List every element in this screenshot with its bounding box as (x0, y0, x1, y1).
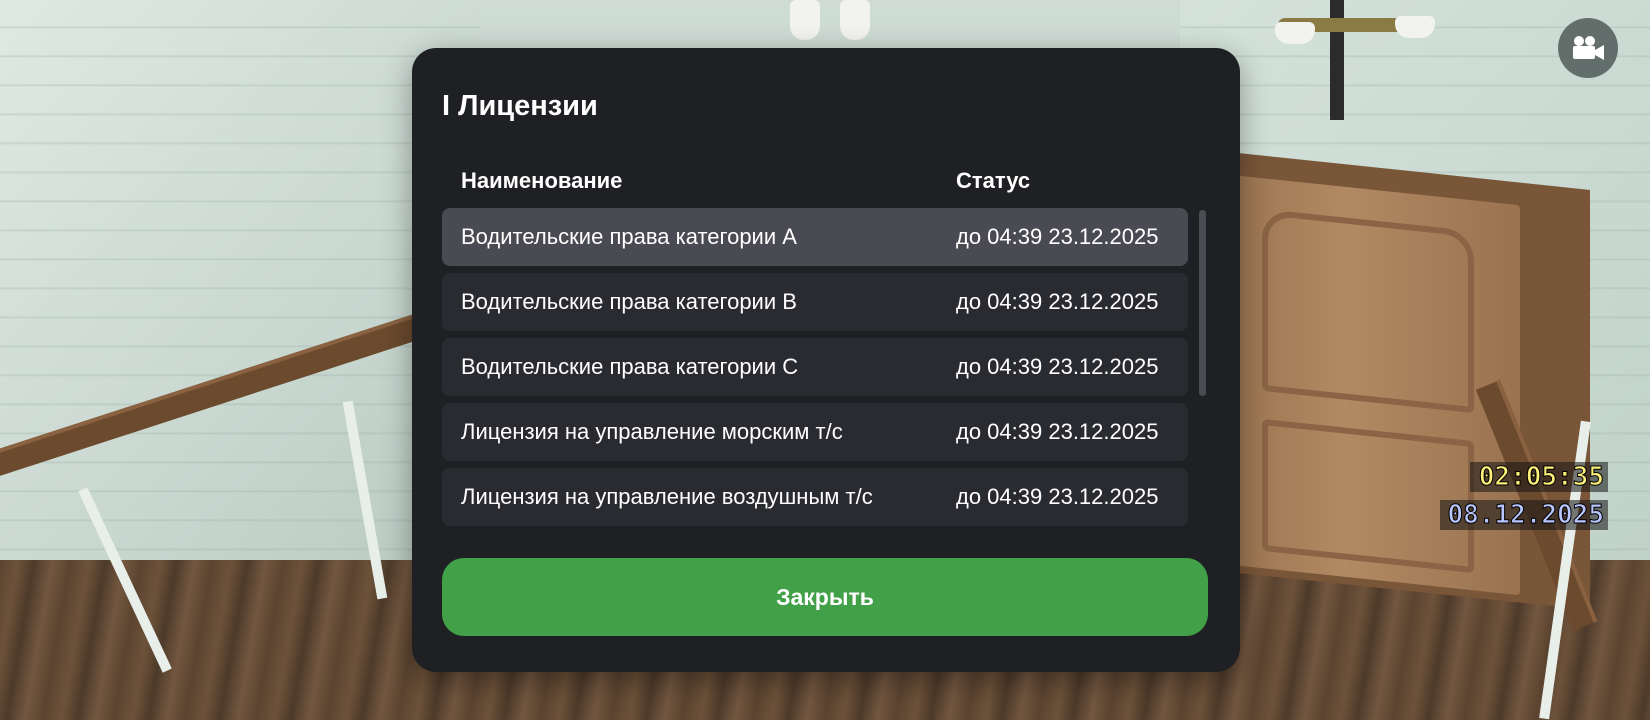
license-row[interactable]: Лицензия на управление воздушным т/с до … (442, 468, 1188, 526)
license-name: Водительские права категории A (461, 224, 797, 249)
column-header-status: Статус (956, 168, 1031, 193)
license-status: до 04:39 23.12.2025 (956, 419, 1159, 444)
license-status: до 04:39 23.12.2025 (956, 484, 1159, 509)
license-name: Водительские права категории C (461, 354, 799, 379)
license-status: до 04:39 23.12.2025 (956, 289, 1159, 314)
hud-date: 08.12.2025 (1440, 500, 1608, 531)
door-panel-upper (1262, 208, 1474, 414)
license-row[interactable]: Водительские права категории B до 04:39 … (442, 273, 1188, 331)
licenses-modal: I Лицензии Наименование Статус Водительс… (412, 48, 1240, 672)
door-panel-lower (1262, 418, 1474, 574)
ceiling-lamp (840, 0, 870, 40)
camera-button[interactable] (1558, 18, 1618, 78)
license-row[interactable]: Водительские права категории C до 04:39 … (442, 338, 1188, 396)
ceiling-lamp (790, 0, 820, 40)
video-camera-icon (1573, 36, 1604, 60)
close-button[interactable]: Закрыть (442, 558, 1208, 636)
license-row[interactable]: Водительские права категории A до 04:39 … (442, 208, 1188, 266)
chandelier-lamp (1275, 22, 1315, 44)
list-scrollbar[interactable] (1199, 210, 1206, 396)
license-status: до 04:39 23.12.2025 (956, 224, 1159, 249)
license-name: Водительские права категории B (461, 289, 797, 314)
license-row[interactable]: Лицензия на управление морским т/с до 04… (442, 403, 1188, 461)
chandelier-lamp (1395, 16, 1435, 38)
license-name: Лицензия на управление морским т/с (461, 419, 843, 444)
licenses-list[interactable]: Водительские права категории A до 04:39 … (442, 208, 1188, 570)
column-header-name: Наименование (461, 168, 623, 193)
left-wall (0, 0, 480, 600)
license-name: Лицензия на управление воздушным т/с (461, 484, 873, 509)
hud-time: 02:05:35 (1470, 462, 1608, 493)
modal-title: I Лицензии (442, 90, 598, 122)
license-status: до 04:39 23.12.2025 (956, 354, 1159, 379)
